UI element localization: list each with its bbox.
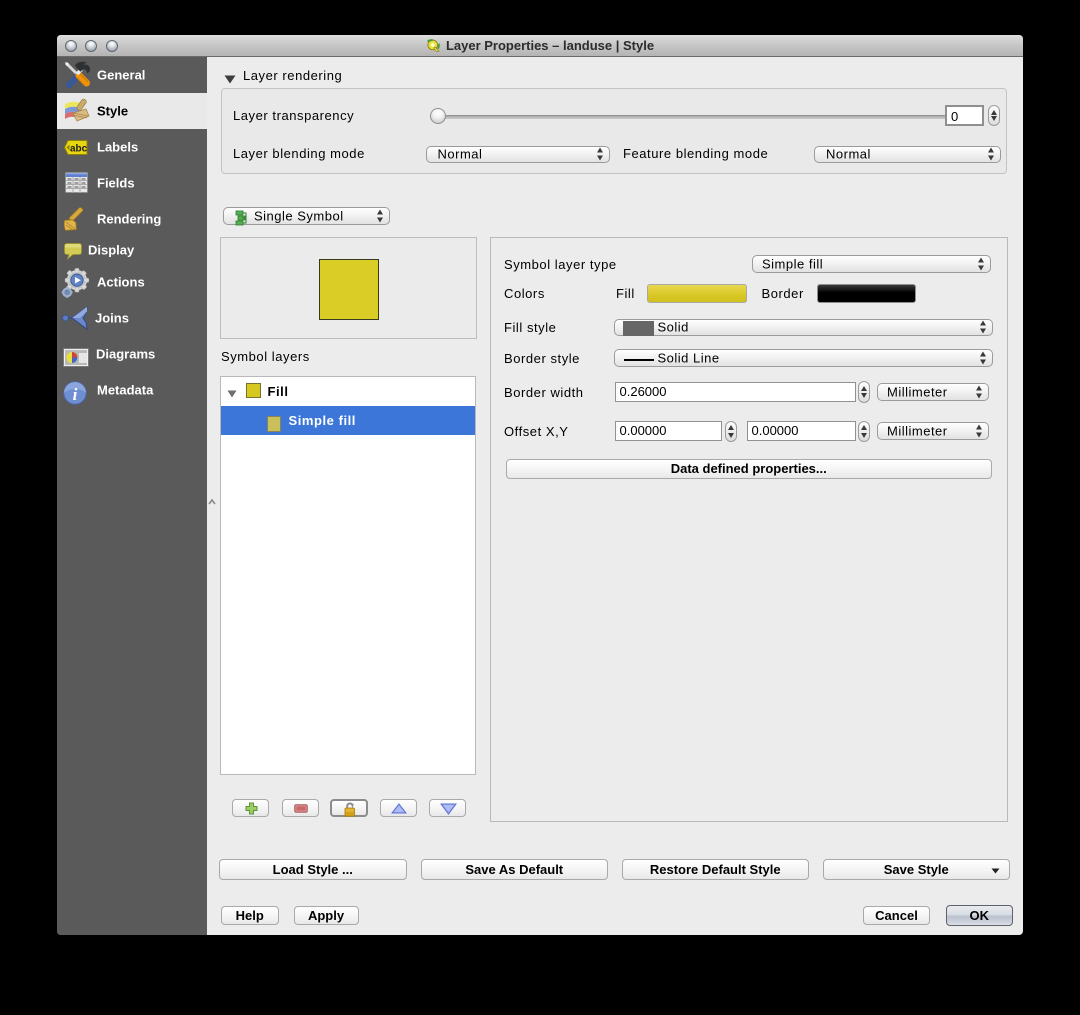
svg-text:i: i	[73, 385, 78, 404]
svg-text:abc: abc	[70, 144, 88, 155]
